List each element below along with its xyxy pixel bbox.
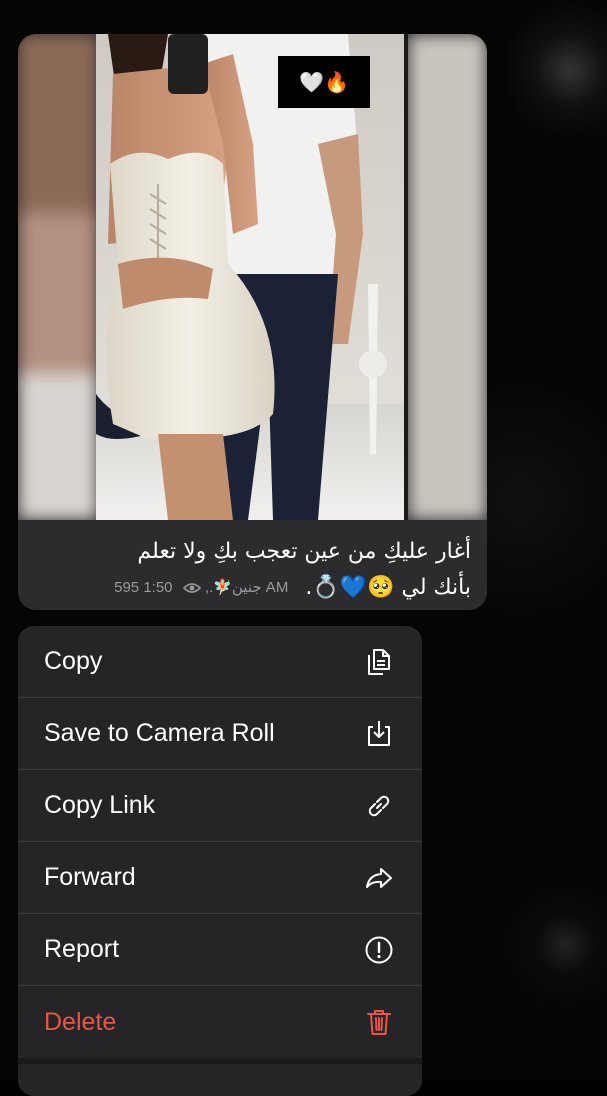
menu-item-copy[interactable]: Copy <box>18 626 422 698</box>
menu-item-delete[interactable]: Delete <box>18 986 422 1058</box>
message-bubble[interactable]: 🤍🔥 أغار عليكِ من عين تعجب بكِ ولا تعلم ب… <box>18 34 487 610</box>
report-exclamation-icon <box>362 933 396 967</box>
menu-item-label: Forward <box>44 863 136 891</box>
link-icon <box>362 789 396 823</box>
copy-icon <box>362 645 396 679</box>
caption-line-2-text: بأنك لي 🥺💙💍. <box>305 575 471 601</box>
author-signature: جنين🧚🏻., <box>204 579 262 597</box>
menu-item-forward[interactable]: Forward <box>18 842 422 914</box>
message-caption: أغار عليكِ من عين تعجب بكِ ولا تعلم بأنك… <box>31 534 471 606</box>
eye-icon <box>182 583 201 593</box>
menu-item-label: Copy <box>44 647 103 675</box>
message-meta: 595 جنين🧚🏻., 1:50 AM <box>114 570 288 606</box>
caption-line-1: أغار عليكِ من عين تعجب بكِ ولا تعلم <box>137 539 471 564</box>
photo-sticker: 🤍🔥 <box>278 56 370 108</box>
trash-icon <box>362 1005 396 1039</box>
menu-item-label: Copy Link <box>44 791 156 819</box>
save-download-icon <box>362 717 396 751</box>
caption-area: أغار عليكِ من عين تعجب بكِ ولا تعلم بأنك… <box>18 520 487 610</box>
forward-icon <box>362 861 396 895</box>
menu-item-label: Save to Camera Roll <box>44 719 275 747</box>
view-count: 595 <box>114 579 140 597</box>
menu-item-copy-link[interactable]: Copy Link <box>18 770 422 842</box>
menu-item-report[interactable]: Report <box>18 914 422 986</box>
caption-line-2: بأنك لي 🥺💙💍. 595 جنين🧚🏻., 1:50 AM <box>31 570 471 606</box>
context-menu: Copy Save to Camera Roll Copy Link Forwa… <box>18 626 422 1096</box>
menu-item-save-to-camera-roll[interactable]: Save to Camera Roll <box>18 698 422 770</box>
menu-extra-section <box>18 1058 422 1096</box>
menu-item-label: Report <box>44 935 120 963</box>
photo-illustration <box>18 34 487 520</box>
menu-item-label: Delete <box>44 1007 117 1036</box>
message-photo[interactable]: 🤍🔥 <box>18 34 487 520</box>
